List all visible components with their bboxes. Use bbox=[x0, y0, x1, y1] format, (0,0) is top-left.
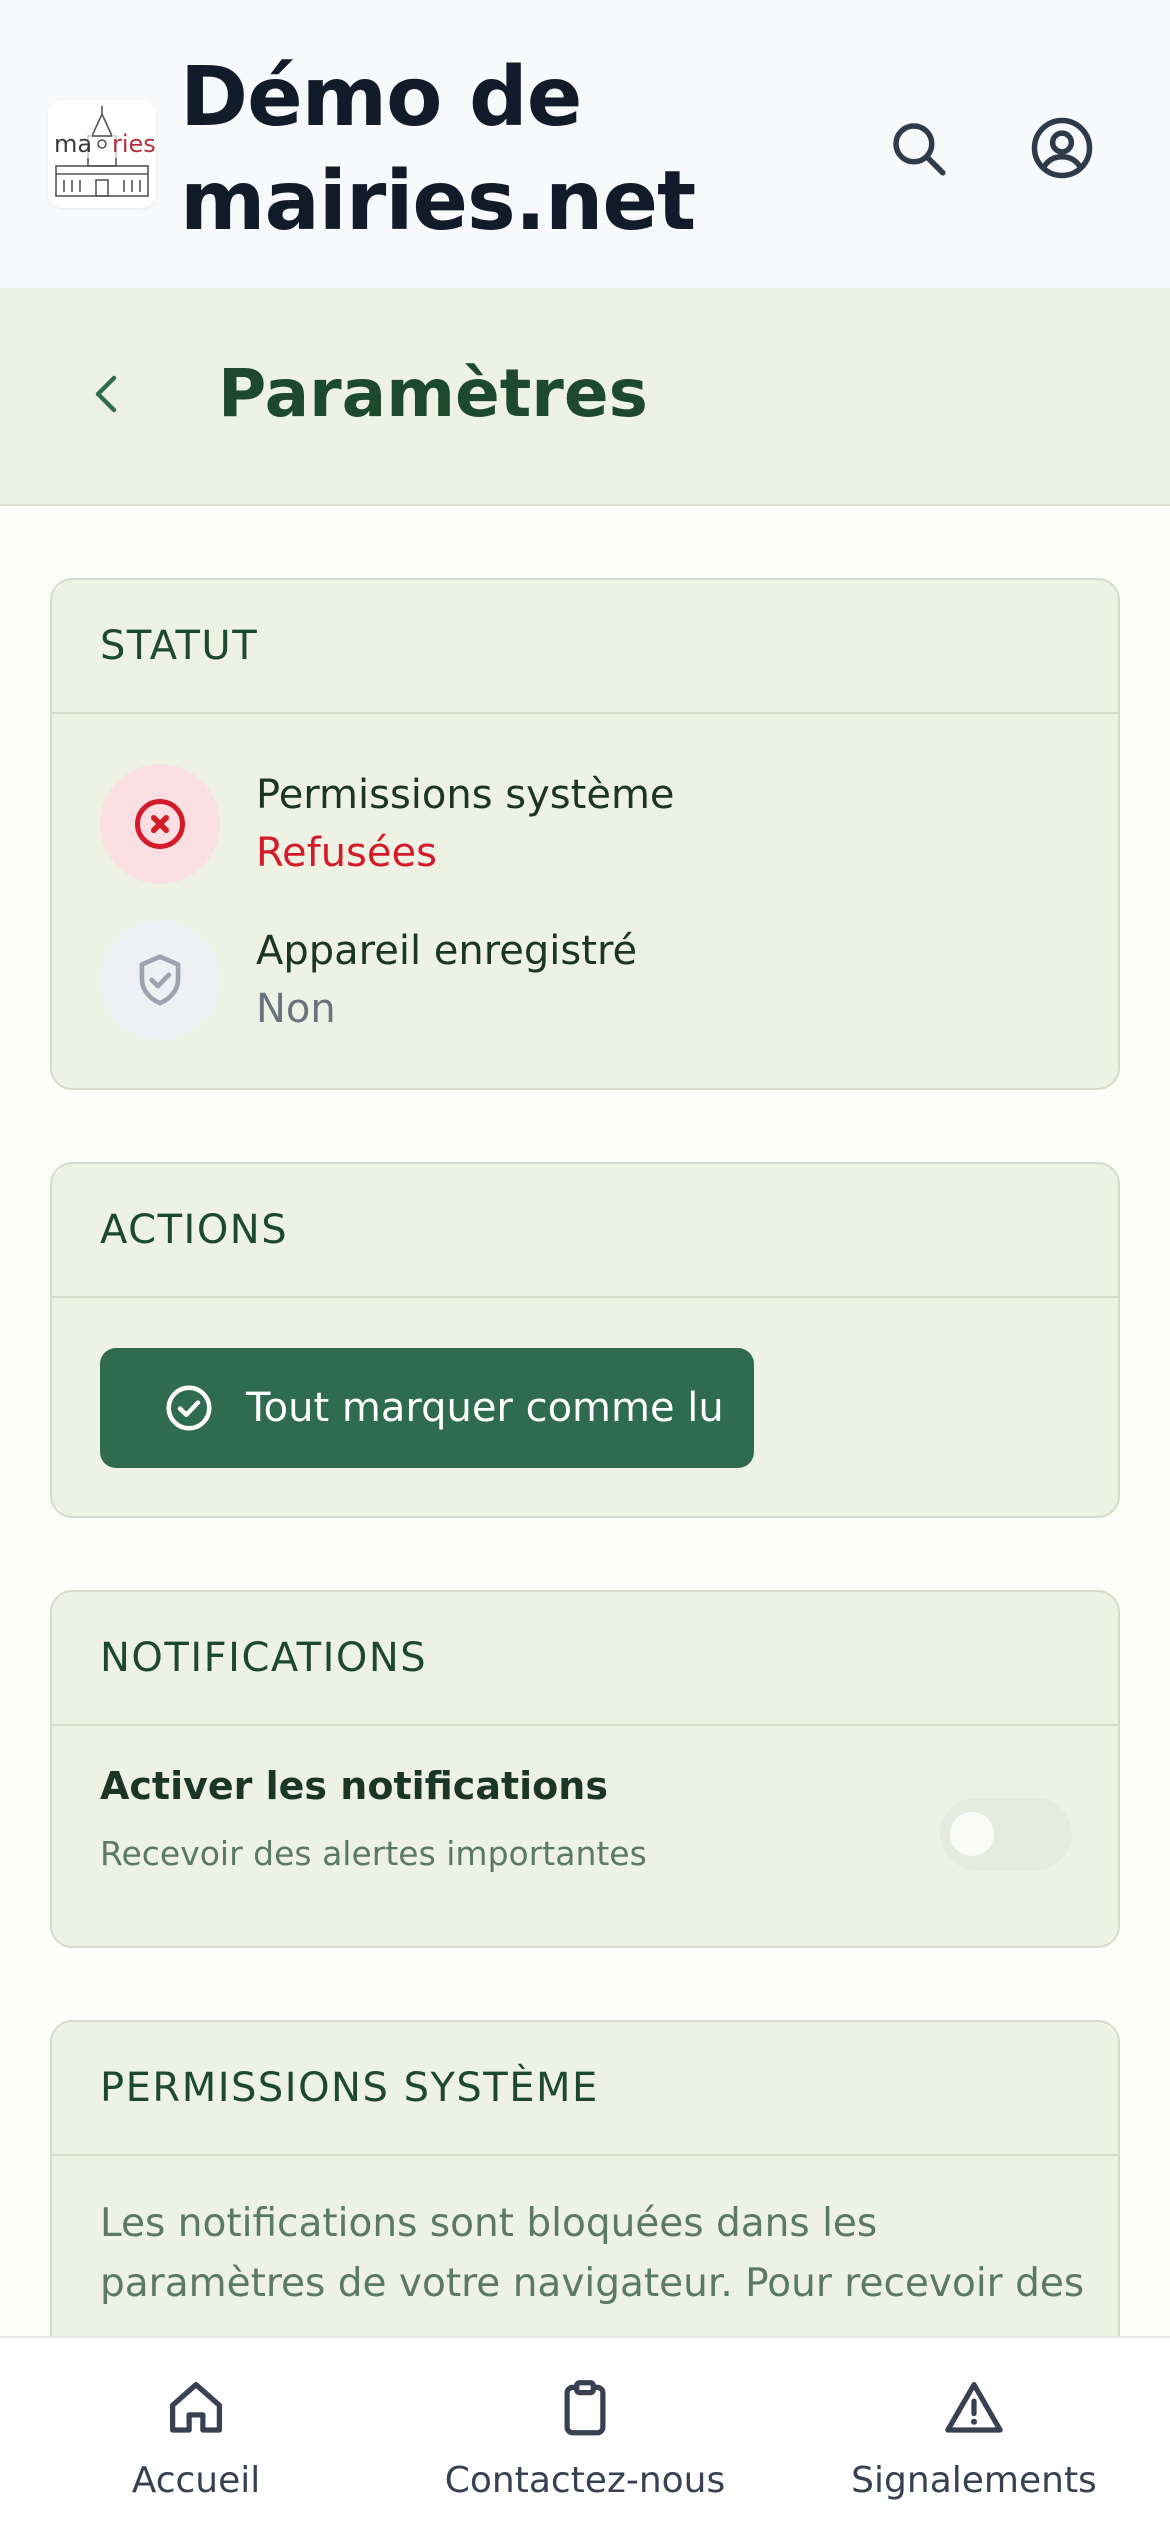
notifications-toggle[interactable] bbox=[940, 1798, 1072, 1870]
site-title: Démo de mairies.net bbox=[180, 50, 696, 249]
x-circle-icon bbox=[135, 799, 185, 849]
search-button[interactable] bbox=[882, 112, 954, 184]
status-card: STATUT Permissions système Refusées Appa… bbox=[50, 578, 1120, 1090]
notifications-card-header: NOTIFICATIONS bbox=[52, 1592, 1118, 1726]
mark-all-read-label: Tout marquer comme lu bbox=[246, 1385, 724, 1431]
warning-icon bbox=[945, 2382, 1003, 2433]
device-status-value: Non bbox=[256, 986, 336, 1032]
notifications-toggle-description: Recevoir des alertes importantes bbox=[100, 1834, 647, 1873]
page-title: Paramètres bbox=[218, 355, 648, 432]
status-row-device: Appareil enregistré Non bbox=[100, 920, 637, 1040]
nav-reports-label: Signalements bbox=[851, 2460, 1097, 2501]
nav-item-reports[interactable]: Signalements bbox=[844, 2338, 1104, 2532]
notifications-toggle-label: Activer les notifications bbox=[100, 1764, 608, 1808]
site-logo[interactable]: ma ries bbox=[48, 100, 156, 208]
notifications-card: NOTIFICATIONS Activer les notifications … bbox=[50, 1590, 1120, 1948]
account-icon bbox=[1031, 117, 1093, 179]
device-status-badge bbox=[100, 920, 220, 1040]
home-icon bbox=[170, 2382, 222, 2433]
bottom-navigation: Accueil Contactez-nous Signalements bbox=[0, 2336, 1170, 2532]
nav-contact-label: Contactez-nous bbox=[444, 2460, 726, 2501]
permissions-status-badge bbox=[100, 764, 220, 884]
account-button[interactable] bbox=[1026, 112, 1098, 184]
status-card-heading: STATUT bbox=[100, 623, 259, 669]
back-button[interactable] bbox=[72, 358, 144, 430]
chevron-left-icon bbox=[95, 375, 117, 413]
shield-check-icon bbox=[139, 954, 181, 1006]
nav-home-label: Accueil bbox=[131, 2460, 261, 2501]
system-permissions-card-heading: PERMISSIONS SYSTÈME bbox=[100, 2065, 599, 2111]
mark-all-read-button[interactable]: Tout marquer comme lu bbox=[100, 1348, 754, 1468]
nav-item-home[interactable]: Accueil bbox=[96, 2338, 296, 2532]
search-icon bbox=[893, 123, 946, 176]
check-circle-icon bbox=[166, 1385, 212, 1431]
status-card-header: STATUT bbox=[52, 580, 1118, 714]
toggle-knob bbox=[950, 1812, 994, 1856]
status-row-permissions: Permissions système Refusées bbox=[100, 764, 675, 884]
permissions-status-label: Permissions système bbox=[256, 772, 675, 818]
device-status-label: Appareil enregistré bbox=[256, 928, 638, 974]
nav-item-contact[interactable]: Contactez-nous bbox=[430, 2338, 740, 2532]
clipboard-icon bbox=[564, 2380, 606, 2436]
system-permissions-card-header: PERMISSIONS SYSTÈME bbox=[52, 2022, 1118, 2156]
actions-card: ACTIONS Tout marquer comme lu bbox=[50, 1162, 1120, 1518]
notifications-card-heading: NOTIFICATIONS bbox=[100, 1635, 428, 1681]
logo-text-left: ma bbox=[54, 130, 93, 158]
system-permissions-text: Les notifications sont bloquées dans les… bbox=[100, 2201, 1085, 2306]
permissions-status-value: Refusées bbox=[256, 830, 437, 876]
logo-text-right: ries bbox=[112, 130, 156, 158]
app-header: ma ries Démo de mairies.net bbox=[0, 0, 1170, 288]
actions-card-heading: ACTIONS bbox=[100, 1207, 289, 1253]
actions-card-header: ACTIONS bbox=[52, 1164, 1118, 1298]
